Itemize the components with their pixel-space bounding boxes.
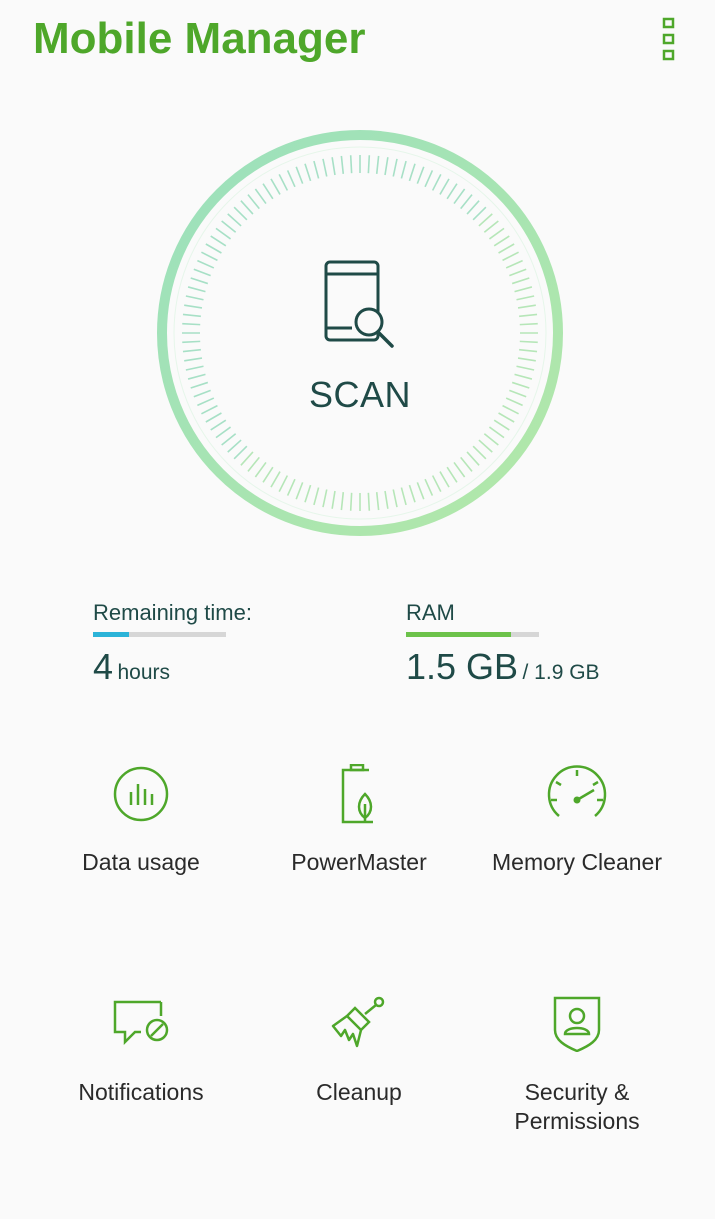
tool-powermaster[interactable]: PowerMaster: [240, 760, 478, 890]
tool-label: Memory Cleaner: [492, 849, 662, 875]
broom-icon: [331, 996, 385, 1048]
dial-tick: [182, 322, 201, 326]
ram-total: / 1.9 GB: [522, 661, 600, 684]
dial-tick: [182, 340, 201, 344]
remaining-unit: hours: [117, 661, 171, 684]
overflow-menu-icon[interactable]: [656, 16, 682, 62]
battery-progress-fill: [93, 632, 129, 637]
tool-label-line2: Permissions: [514, 1108, 640, 1134]
ram-progress-bar: [406, 632, 539, 637]
remaining-time-label: Remaining time:: [93, 600, 252, 625]
tool-label: Notifications: [78, 1079, 204, 1105]
battery-leaf-icon: [341, 764, 373, 824]
tool-memory-cleaner[interactable]: Memory Cleaner: [458, 760, 696, 890]
remaining-time-value: 4 hours: [93, 646, 170, 688]
app-title: Mobile Manager: [33, 14, 366, 63]
ram-label: RAM: [406, 600, 455, 625]
ram-used: 1.5 GB: [406, 646, 519, 687]
phone-search-icon: [324, 260, 394, 348]
dial-tick: [367, 492, 371, 511]
tool-label: Cleanup: [316, 1079, 402, 1105]
tool-data-usage[interactable]: Data usage: [22, 760, 260, 890]
scan-label[interactable]: SCAN: [260, 374, 460, 416]
speedometer-icon: [547, 765, 607, 817]
tool-notifications[interactable]: Notifications: [22, 990, 260, 1120]
tool-label: Data usage: [82, 849, 200, 875]
tool-label: PowerMaster: [291, 849, 427, 875]
dial-tick: [519, 340, 538, 344]
tool-security-permissions[interactable]: Security & Permissions: [458, 990, 696, 1140]
tool-cleanup[interactable]: Cleanup: [240, 990, 478, 1120]
dial-tick: [349, 492, 353, 511]
ram-value: 1.5 GB / 1.9 GB: [406, 646, 600, 688]
tool-label: Security &: [524, 1079, 630, 1105]
ram-progress-fill: [406, 632, 512, 637]
dial-tick: [367, 155, 371, 174]
notification-block-icon: [113, 1000, 169, 1046]
bar-chart-icon: [113, 766, 169, 822]
battery-progress-bar: [93, 632, 226, 637]
remaining-hours: 4: [93, 646, 114, 687]
dial-tick: [349, 155, 353, 174]
security-shield-icon: [553, 996, 601, 1052]
dial-tick: [519, 322, 538, 326]
